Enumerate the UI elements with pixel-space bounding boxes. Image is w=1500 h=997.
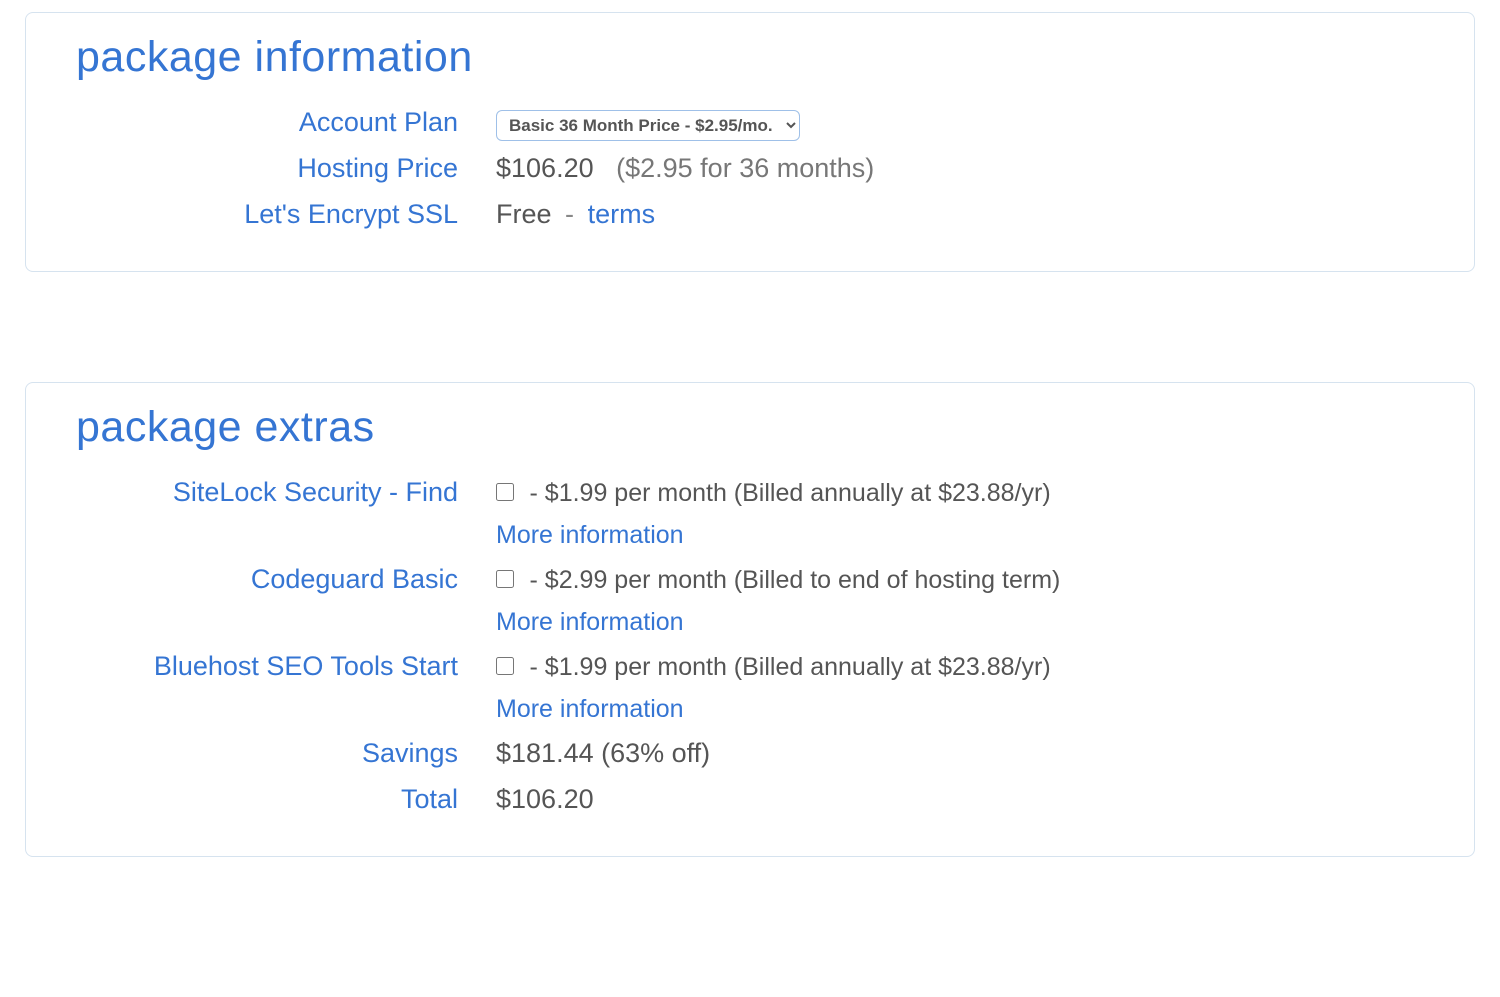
extra-seo-label: Bluehost SEO Tools Start — [76, 648, 496, 686]
extra-sitelock-label: SiteLock Security - Find — [76, 474, 496, 512]
extra-seo-row: Bluehost SEO Tools Start - $1.99 per mon… — [76, 648, 1424, 727]
total-label: Total — [76, 781, 496, 819]
extra-sitelock-row: SiteLock Security - Find - $1.99 per mon… — [76, 474, 1424, 553]
total-value-cell: $106.20 — [496, 781, 1424, 819]
extra-sitelock-price: - $1.99 per month (Billed annually at $2… — [530, 479, 1051, 507]
account-plan-value-cell: Basic 36 Month Price - $2.95/mo. — [496, 104, 1424, 142]
extra-seo-price: - $1.99 per month (Billed annually at $2… — [530, 653, 1051, 681]
extra-sitelock-more-info-link[interactable]: More information — [496, 518, 1424, 553]
ssl-label: Let's Encrypt SSL — [76, 196, 496, 234]
account-plan-label: Account Plan — [76, 104, 496, 142]
extra-codeguard-more-info-link[interactable]: More information — [496, 605, 1424, 640]
account-plan-row: Account Plan Basic 36 Month Price - $2.9… — [76, 104, 1424, 142]
savings-row: Savings $181.44 (63% off) — [76, 735, 1424, 773]
extra-sitelock-value: - $1.99 per month (Billed annually at $2… — [496, 474, 1424, 553]
ssl-terms-link[interactable]: terms — [588, 199, 656, 229]
total-value: $106.20 — [496, 784, 594, 814]
hosting-price-label: Hosting Price — [76, 150, 496, 188]
extra-codeguard-label: Codeguard Basic — [76, 561, 496, 599]
package-information-title: package information — [76, 33, 1424, 82]
extra-codeguard-checkbox[interactable] — [496, 570, 514, 588]
extra-sitelock-checkbox[interactable] — [496, 483, 514, 501]
total-row: Total $106.20 — [76, 781, 1424, 819]
hosting-price-row: Hosting Price $106.20 ($2.95 for 36 mont… — [76, 150, 1424, 188]
savings-value-cell: $181.44 (63% off) — [496, 735, 1424, 773]
extra-seo-checkbox[interactable] — [496, 657, 514, 675]
package-extras-panel: package extras SiteLock Security - Find … — [25, 382, 1475, 857]
package-extras-title: package extras — [76, 403, 1424, 452]
extra-seo-more-info-link[interactable]: More information — [496, 692, 1424, 727]
ssl-free-text: Free — [496, 199, 552, 229]
account-plan-select[interactable]: Basic 36 Month Price - $2.95/mo. — [496, 110, 800, 141]
extra-codeguard-value: - $2.99 per month (Billed to end of host… — [496, 561, 1424, 640]
savings-label: Savings — [76, 735, 496, 773]
hosting-price-detail: ($2.95 for 36 months) — [616, 153, 874, 183]
package-information-panel: package information Account Plan Basic 3… — [25, 12, 1475, 272]
ssl-separator: - — [565, 199, 574, 229]
ssl-row: Let's Encrypt SSL Free - terms — [76, 196, 1424, 234]
extra-codeguard-row: Codeguard Basic - $2.99 per month (Bille… — [76, 561, 1424, 640]
extra-seo-value: - $1.99 per month (Billed annually at $2… — [496, 648, 1424, 727]
hosting-price-value: $106.20 ($2.95 for 36 months) — [496, 150, 1424, 188]
extra-codeguard-price: - $2.99 per month (Billed to end of host… — [530, 566, 1061, 594]
hosting-price-amount: $106.20 — [496, 153, 594, 183]
ssl-value: Free - terms — [496, 196, 1424, 234]
savings-value: $181.44 (63% off) — [496, 738, 710, 768]
